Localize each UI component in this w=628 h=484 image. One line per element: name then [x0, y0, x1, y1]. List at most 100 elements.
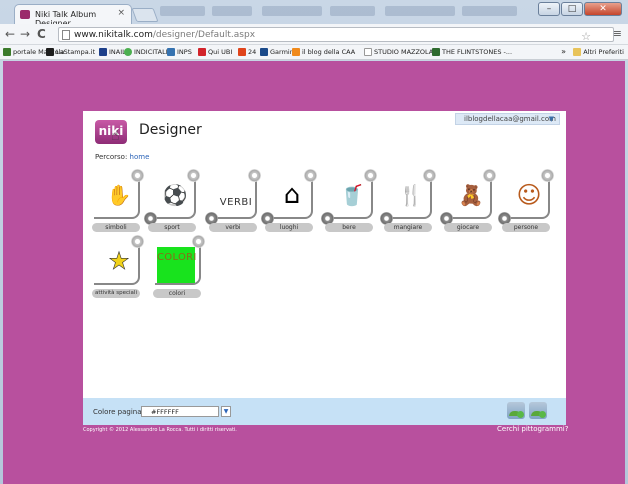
- bookmark-star-icon[interactable]: ☆: [581, 30, 591, 43]
- settings-gear-icon[interactable]: [541, 169, 554, 182]
- designer-panel: niki ☝ Designer ilblogdellacaa@gmail.com…: [83, 111, 566, 398]
- bookmark-item[interactable]: THE FLINTSTONES -...: [432, 48, 512, 56]
- bookmark-label: 24: [248, 48, 257, 56]
- toys-icon: 🧸: [458, 183, 484, 207]
- bookmark-item[interactable]: 24: [238, 48, 256, 56]
- eat-icon: 🍴: [398, 183, 424, 207]
- album-label: persone: [502, 223, 550, 232]
- album-persone[interactable]: ☺ persone: [498, 169, 554, 239]
- close-window-button[interactable]: ✕: [584, 2, 622, 16]
- user-email: ilblogdellacaa@gmail.com: [464, 115, 556, 123]
- house-icon: ⌂: [283, 180, 301, 210]
- app-title: Designer: [139, 122, 202, 138]
- address-bar[interactable]: www.nikitalk.com/designer/Default.aspx ☆: [58, 27, 614, 43]
- copyright-text: Copyright © 2012 Alessandro La Rocca. Tu…: [83, 427, 237, 433]
- window-controls: – □ ✕: [538, 2, 622, 16]
- settings-gear-icon[interactable]: [187, 169, 200, 182]
- bookmark-label: STUDIO MAZZOLA: [374, 48, 434, 56]
- blurred-tab: [462, 6, 517, 16]
- drink-icon: 🥤: [339, 183, 365, 207]
- sport-balls-icon: ⚽: [162, 183, 188, 207]
- album-attivita-speciali[interactable]: ★ attività speciali: [88, 235, 144, 305]
- bookmark-favicon-icon: [260, 48, 268, 56]
- settings-gear-icon[interactable]: [248, 169, 261, 182]
- browser-tab[interactable]: Niki Talk Album Designer ×: [14, 4, 132, 28]
- blurred-tab: [330, 6, 375, 16]
- page-settings-bar: Colore pagina #FFFFFF ▼: [83, 398, 566, 425]
- bookmark-item[interactable]: STUDIO MAZZOLA: [364, 48, 433, 56]
- maximize-button[interactable]: □: [561, 2, 583, 16]
- other-bookmarks-label: Altri Preferiti: [583, 48, 624, 56]
- page-content: niki ☝ Designer ilblogdellacaa@gmail.com…: [3, 61, 625, 484]
- bookmark-favicon-icon: [364, 48, 372, 56]
- settings-gear-icon[interactable]: [131, 169, 144, 182]
- colori-image: COLORI: [157, 247, 196, 283]
- breadcrumb-label: Percorso:: [95, 153, 128, 161]
- browser-menu-icon[interactable]: ≡: [613, 27, 622, 40]
- album-colori[interactable]: COLORI colori: [149, 235, 205, 305]
- bookmark-label: LaStampa.it: [56, 48, 96, 56]
- page-color-input[interactable]: #FFFFFF: [141, 406, 219, 417]
- bookmark-favicon-icon: [238, 48, 246, 56]
- album-luoghi[interactable]: ⌂ luoghi: [261, 169, 317, 239]
- album-bere[interactable]: 🥤 bere: [321, 169, 377, 239]
- tab-close-icon[interactable]: ×: [117, 8, 125, 18]
- blurred-tab: [212, 6, 252, 16]
- bookmark-item[interactable]: Qui UBI: [198, 48, 232, 56]
- bookmark-favicon-icon: [432, 48, 440, 56]
- bookmark-item[interactable]: INDICITALIA: [124, 48, 172, 56]
- settings-gear-icon[interactable]: [192, 235, 205, 248]
- settings-gear-icon[interactable]: [131, 235, 144, 248]
- browser-toolbar: ← → C www.nikitalk.com/designer/Default.…: [0, 24, 628, 45]
- page-icon: [62, 30, 70, 40]
- chevron-down-icon[interactable]: ▼: [221, 406, 231, 417]
- url-host: www.nikitalk.com: [74, 30, 153, 40]
- user-dropdown[interactable]: ilblogdellacaa@gmail.com ▼: [455, 113, 560, 125]
- title-bar: Niki Talk Album Designer × – □ ✕: [0, 0, 628, 28]
- album-label: colori: [153, 289, 201, 298]
- verbi-text-icon: VERBI: [219, 197, 253, 208]
- search-pictograms-link[interactable]: Cerchi pittogrammi?: [497, 425, 568, 433]
- bookmark-label: INPS: [177, 48, 192, 56]
- forward-arrow-icon[interactable]: →: [20, 27, 30, 41]
- bookmark-item[interactable]: il blog della CAA: [292, 48, 355, 56]
- album-label: verbi: [209, 223, 257, 232]
- bookmark-label: il blog della CAA: [302, 48, 356, 56]
- album-label: simboli: [92, 223, 140, 232]
- reload-icon[interactable]: C: [37, 27, 46, 41]
- bookmark-favicon-icon: [3, 48, 11, 56]
- album-mangiare[interactable]: 🍴 mangiare: [380, 169, 436, 239]
- pointer-hand-icon: ☝: [111, 128, 120, 144]
- star-icon: ★: [108, 247, 130, 275]
- bookmark-item[interactable]: INPS: [167, 48, 192, 56]
- add-image-button[interactable]: [507, 402, 525, 419]
- other-bookmarks-folder[interactable]: Altri Preferiti: [573, 48, 624, 56]
- bookmarks-overflow-button[interactable]: »: [561, 47, 566, 56]
- minimize-button[interactable]: –: [538, 2, 560, 16]
- bookmark-label: Garmin: [270, 48, 294, 56]
- bookmark-item[interactable]: LaStampa.it: [46, 48, 95, 56]
- hand-stop-icon: ✋: [106, 183, 132, 207]
- album-giocare[interactable]: 🧸 giocare: [440, 169, 496, 239]
- bookmark-favicon-icon: [46, 48, 54, 56]
- album-label: giocare: [444, 223, 492, 232]
- add-album-button[interactable]: [529, 402, 547, 419]
- color-label: Colore pagina: [93, 408, 142, 416]
- breadcrumb-home-link[interactable]: home: [130, 153, 150, 161]
- url-path: /designer/Default.aspx: [152, 30, 256, 40]
- album-simboli[interactable]: ✋ simboli: [88, 169, 144, 239]
- bookmark-favicon-icon: [99, 48, 107, 56]
- bookmark-item[interactable]: Garmin: [260, 48, 294, 56]
- niki-favicon-icon: [20, 10, 30, 19]
- album-verbi[interactable]: VERBI verbi: [205, 169, 261, 239]
- settings-gear-icon[interactable]: [483, 169, 496, 182]
- settings-gear-icon[interactable]: [304, 169, 317, 182]
- image-icon: [509, 411, 521, 416]
- bookmark-favicon-icon: [198, 48, 206, 56]
- new-tab-button[interactable]: [131, 8, 159, 22]
- back-arrow-icon[interactable]: ←: [5, 27, 15, 41]
- album-sport[interactable]: ⚽ sport: [144, 169, 200, 239]
- bookmark-item[interactable]: INAIL: [99, 48, 126, 56]
- settings-gear-icon[interactable]: [364, 169, 377, 182]
- settings-gear-icon[interactable]: [423, 169, 436, 182]
